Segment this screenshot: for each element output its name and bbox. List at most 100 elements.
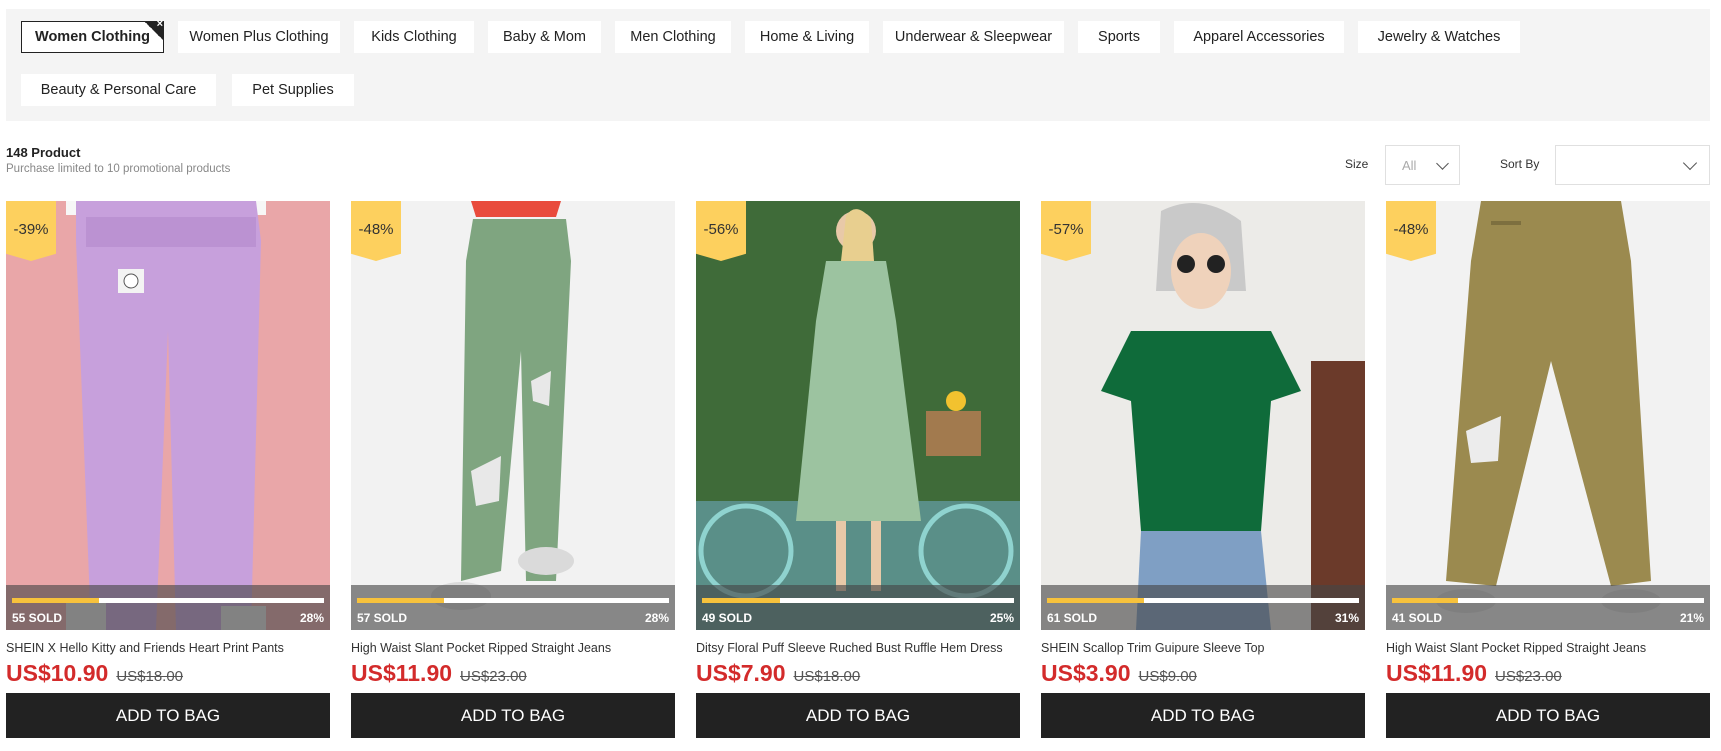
product-card: -39% 55 SOLD 28% SHEIN X Hello Kitty and… [6,201,330,738]
sold-progress-bar [1047,598,1359,603]
size-select-value: All [1402,157,1417,173]
product-name[interactable]: SHEIN Scallop Trim Guipure Sleeve Top [1041,641,1365,655]
sold-percent: 28% [644,611,669,625]
sale-price: US$3.90 [1041,660,1131,686]
product-image[interactable]: -39% 55 SOLD 28% [6,201,330,630]
discount-badge: -39% [6,201,56,261]
category-men-clothing[interactable]: Men Clothing [615,21,731,53]
sort-by-label: Sort By [1500,157,1540,171]
category-label: Home & Living [759,29,855,45]
category-label: Women Clothing [35,29,150,45]
product-name[interactable]: High Waist Slant Pocket Ripped Straight … [1386,641,1710,655]
add-to-bag-button[interactable]: ADD TO BAG [1386,693,1710,738]
sold-progress-strip: 61 SOLD 31% [1041,585,1365,630]
category-label: Kids Clothing [371,29,457,45]
sold-percent: 21% [1679,611,1704,625]
size-filter-label: Size [1345,157,1369,171]
category-label: Women Plus Clothing [189,29,329,45]
category-kids-clothing[interactable]: Kids Clothing [354,21,474,53]
category-label: Underwear & Sleepwear [894,29,1053,45]
sold-count: 55 SOLD [12,611,63,625]
price-row: US$7.90 US$18.00 [696,660,1020,687]
category-baby-mom[interactable]: Baby & Mom [488,21,601,53]
product-name[interactable]: Ditsy Floral Puff Sleeve Ruched Bust Ruf… [696,641,1020,655]
category-apparel-accessories[interactable]: Apparel Accessories [1174,21,1344,53]
price-row: US$10.90 US$18.00 [6,660,330,687]
sold-percent: 31% [1334,611,1359,625]
category-underwear-sleepwear[interactable]: Underwear & Sleepwear [883,21,1064,53]
size-select[interactable]: All [1385,145,1460,185]
sold-progress-fill [357,598,445,603]
khaki-ripped-jeans-photo [1386,201,1710,630]
category-bar: Women Clothing × Women Plus Clothing Kid… [6,9,1710,121]
category-label: Sports [1098,29,1140,45]
floral-dress-bicycle-photo [696,201,1020,630]
sold-progress-strip: 49 SOLD 25% [696,585,1020,630]
category-label: Jewelry & Watches [1377,29,1501,45]
product-image[interactable]: -48% 57 SOLD 28% [351,201,675,630]
sold-progress-bar [702,598,1014,603]
sale-price: US$10.90 [6,660,109,686]
category-sports[interactable]: Sports [1078,21,1160,53]
product-card: -48% 41 SOLD 21% High Waist Slant Pocket… [1386,201,1710,738]
original-price: US$18.00 [116,668,184,685]
product-card: -56% 49 SOLD 25% Ditsy Floral Puff Sleev… [696,201,1020,738]
sold-progress-fill [1047,598,1144,603]
sold-count: 41 SOLD [1392,611,1443,625]
category-home-living[interactable]: Home & Living [745,21,869,53]
sale-price: US$11.90 [351,660,453,686]
discount-badge: -48% [1386,201,1436,261]
sold-progress-strip: 41 SOLD 21% [1386,585,1710,630]
sold-progress-strip: 57 SOLD 28% [351,585,675,630]
discount-badge: -48% [351,201,401,261]
product-name[interactable]: SHEIN X Hello Kitty and Friends Heart Pr… [6,641,330,655]
category-women-clothing[interactable]: Women Clothing × [21,18,164,53]
product-card: -48% 57 SOLD 28% High Waist Slant Pocket… [351,201,675,738]
product-image[interactable]: -56% 49 SOLD 25% [696,201,1020,630]
sold-count: 61 SOLD [1047,611,1098,625]
sale-price: US$11.90 [1386,660,1488,686]
category-label: Men Clothing [630,29,716,45]
product-name[interactable]: High Waist Slant Pocket Ripped Straight … [351,641,675,655]
sold-progress-fill [1392,598,1458,603]
add-to-bag-button[interactable]: ADD TO BAG [1041,693,1365,738]
category-label: Pet Supplies [252,82,334,98]
product-card: -57% 61 SOLD 31% SHEIN Scallop Trim Guip… [1041,201,1365,738]
close-icon[interactable]: × [144,18,164,41]
sold-progress-strip: 55 SOLD 28% [6,585,330,630]
sold-percent: 28% [299,611,324,625]
green-ripped-jeans-photo [351,201,675,630]
chevron-down-icon [1436,157,1449,170]
original-price: US$9.00 [1138,668,1197,685]
add-to-bag-button[interactable]: ADD TO BAG [696,693,1020,738]
sort-by-select[interactable] [1555,145,1710,185]
sold-progress-fill [12,598,100,603]
category-jewelry-watches[interactable]: Jewelry & Watches [1358,21,1520,53]
price-row: US$11.90 US$23.00 [351,660,675,687]
product-image[interactable]: -57% 61 SOLD 31% [1041,201,1365,630]
sold-count: 49 SOLD [702,611,753,625]
category-label: Baby & Mom [503,29,586,45]
category-beauty-personal-care[interactable]: Beauty & Personal Care [21,74,216,106]
original-price: US$23.00 [1495,668,1562,685]
product-summary: 148 Product Purchase limited to 10 promo… [6,145,230,175]
category-pet-supplies[interactable]: Pet Supplies [232,74,354,106]
chevron-down-icon [1682,155,1698,171]
category-women-plus-clothing[interactable]: Women Plus Clothing [178,21,340,53]
category-label: Beauty & Personal Care [40,82,197,98]
purchase-limit-note: Purchase limited to 10 promotional produ… [6,163,231,175]
discount-badge: -56% [696,201,746,261]
add-to-bag-button[interactable]: ADD TO BAG [6,693,330,738]
sold-progress-bar [1392,598,1704,603]
product-image[interactable]: -48% 41 SOLD 21% [1386,201,1710,630]
sale-price: US$7.90 [696,660,786,686]
sold-progress-bar [12,598,324,603]
price-row: US$11.90 US$23.00 [1386,660,1710,687]
sold-percent: 25% [989,611,1014,625]
category-label: Apparel Accessories [1193,29,1325,45]
sold-count: 57 SOLD [357,611,408,625]
original-price: US$18.00 [793,668,861,685]
add-to-bag-button[interactable]: ADD TO BAG [351,693,675,738]
sold-progress-fill [702,598,780,603]
discount-badge: -57% [1041,201,1091,261]
